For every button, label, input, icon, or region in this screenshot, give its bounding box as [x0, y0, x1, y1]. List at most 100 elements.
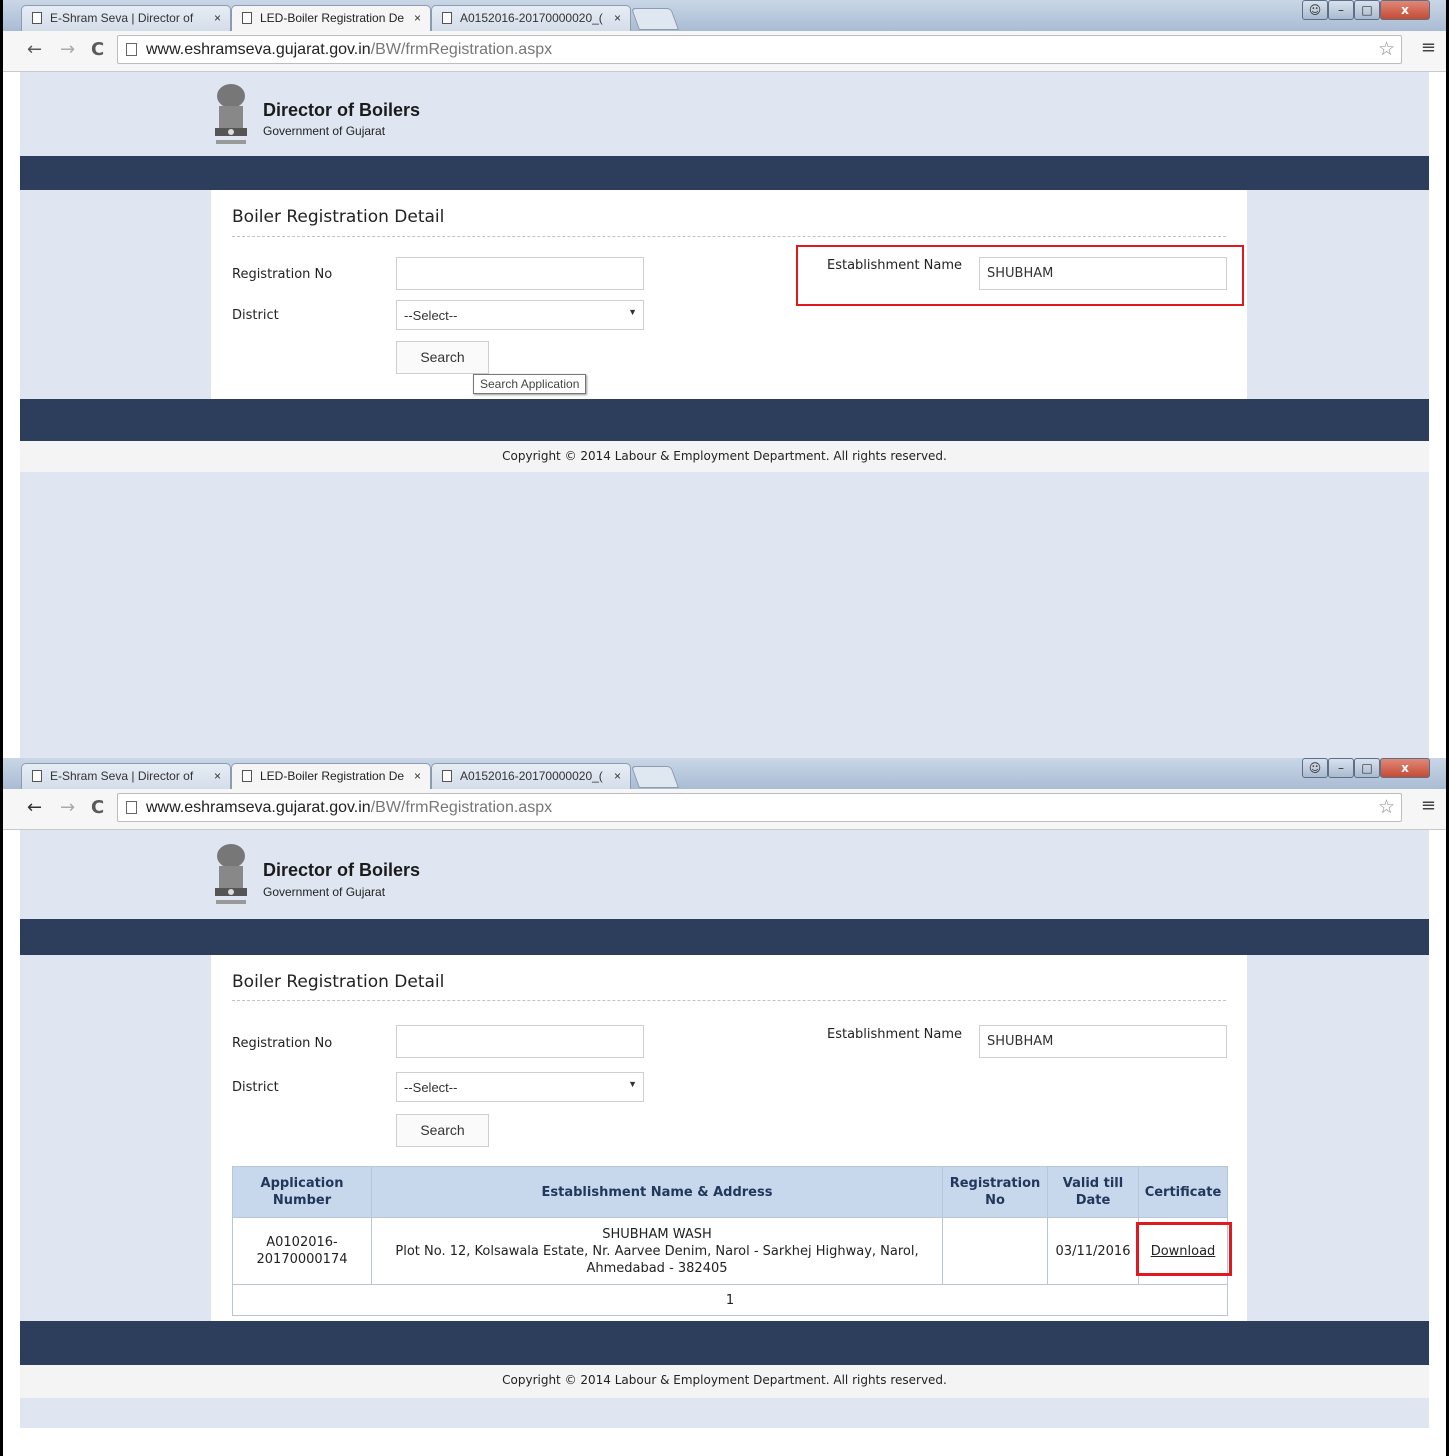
page-icon	[242, 12, 252, 24]
tab-certificate-pdf[interactable]: A0152016-20170000020_( ×	[431, 763, 631, 789]
column-header[interactable]: Valid till Date	[1047, 1166, 1139, 1218]
district-label: District	[232, 308, 279, 323]
browser-toolbar: ← → C www.eshramseva.gujarat.gov.in/BW/f…	[3, 31, 1446, 72]
state-emblem-icon	[215, 84, 247, 144]
table-header-row: Application Number Establishment Name & …	[232, 1166, 1228, 1218]
pager-row: 1	[232, 1284, 1228, 1316]
top-nav-band	[20, 919, 1429, 955]
state-emblem-icon	[215, 844, 247, 904]
dropdown-arrow-icon: ▼	[628, 1079, 637, 1089]
back-arrow-icon[interactable]: ←	[27, 797, 42, 818]
registration-no-label: Registration No	[232, 1036, 333, 1051]
page-icon	[442, 12, 452, 24]
maximize-button[interactable]: □	[1354, 758, 1380, 778]
district-select[interactable]: --Select-- ▼	[396, 300, 644, 330]
tab-strip: E-Shram Seva | Director of × LED-Boiler …	[3, 758, 1446, 789]
close-icon[interactable]: ×	[614, 11, 621, 25]
browser-menu-icon[interactable]: ≡	[1421, 795, 1436, 816]
page-body: Director of Boilers Government of Gujara…	[20, 72, 1429, 758]
search-button[interactable]: Search	[396, 341, 489, 374]
page-icon	[32, 770, 42, 782]
bookmark-star-icon[interactable]: ☆	[1378, 796, 1395, 818]
district-select[interactable]: --Select-- ▼	[396, 1072, 644, 1102]
tab-eshram-seva[interactable]: E-Shram Seva | Director of ×	[21, 5, 231, 31]
search-panel: Boiler Registration Detail Registration …	[211, 190, 1247, 399]
reload-icon[interactable]: C	[91, 39, 104, 60]
close-icon[interactable]: ×	[214, 769, 221, 783]
page-icon	[242, 770, 252, 782]
bottom-blank-area	[3, 1428, 1446, 1456]
maximize-button[interactable]: □	[1354, 0, 1380, 20]
browser-menu-icon[interactable]: ≡	[1421, 37, 1436, 58]
registration-no-input[interactable]	[396, 1025, 644, 1058]
tab-title: A0152016-20170000020_(	[460, 11, 603, 25]
district-selected-value: --Select--	[404, 308, 458, 323]
new-tab-button[interactable]	[630, 8, 680, 30]
column-header[interactable]: Registration No	[942, 1166, 1048, 1218]
close-icon[interactable]: ×	[414, 11, 421, 25]
registration-no-cell	[942, 1217, 1048, 1285]
tab-title: LED-Boiler Registration De	[260, 769, 405, 783]
footer-copyright: Copyright © 2014 Labour & Employment Dep…	[20, 441, 1429, 472]
address-bar[interactable]: www.eshramseva.gujarat.gov.in/BW/frmRegi…	[117, 35, 1402, 64]
forward-arrow-icon[interactable]: →	[60, 797, 75, 818]
page-icon	[126, 43, 137, 56]
dropdown-arrow-icon: ▼	[628, 307, 637, 317]
establishment-name-label: Establishment Name	[827, 1027, 963, 1042]
tab-title: E-Shram Seva | Director of	[50, 11, 194, 25]
close-icon[interactable]: ×	[414, 769, 421, 783]
screenshot-before-search: E-Shram Seva | Director of × LED-Boiler …	[0, 0, 1449, 758]
establishment-name-input[interactable]: SHUBHAM	[979, 1025, 1227, 1058]
reload-icon[interactable]: C	[91, 797, 104, 818]
close-icon[interactable]: ×	[214, 11, 221, 25]
bookmark-star-icon[interactable]: ☆	[1378, 38, 1395, 60]
back-arrow-icon[interactable]: ←	[27, 39, 42, 60]
valid-till-cell: 03/11/2016	[1047, 1217, 1139, 1285]
address-bar[interactable]: www.eshramseva.gujarat.gov.in/BW/frmRegi…	[117, 793, 1402, 822]
page-icon	[126, 801, 137, 814]
bottom-nav-band	[20, 1321, 1429, 1365]
profile-icon[interactable]: ☺	[1302, 758, 1328, 778]
tab-title: A0152016-20170000020_(	[460, 769, 603, 783]
tab-boiler-registration[interactable]: LED-Boiler Registration De ×	[231, 5, 431, 31]
site-title: Director of Boilers	[263, 100, 421, 120]
footer-copyright: Copyright © 2014 Labour & Employment Dep…	[20, 1365, 1429, 1398]
district-label: District	[232, 1080, 279, 1095]
column-header[interactable]: Certificate	[1138, 1166, 1228, 1218]
column-header[interactable]: Establishment Name & Address	[371, 1166, 943, 1218]
tab-eshram-seva[interactable]: E-Shram Seva | Director of ×	[21, 763, 231, 789]
url-text: www.eshramseva.gujarat.gov.in/BW/frmRegi…	[146, 799, 553, 816]
top-nav-band	[20, 156, 1429, 190]
new-tab-button[interactable]	[630, 766, 680, 788]
search-tooltip: Search Application	[473, 374, 587, 394]
tab-certificate-pdf[interactable]: A0152016-20170000020_( ×	[431, 5, 631, 31]
title-divider	[232, 236, 1226, 237]
title-divider	[232, 1000, 1226, 1001]
window-close-button[interactable]: x	[1380, 758, 1430, 778]
search-button[interactable]: Search	[396, 1114, 489, 1147]
close-icon[interactable]: ×	[614, 769, 621, 783]
district-selected-value: --Select--	[404, 1080, 458, 1095]
page-body: Director of Boilers Government of Gujara…	[20, 830, 1429, 1428]
registration-no-label: Registration No	[232, 267, 333, 282]
minimize-button[interactable]: –	[1328, 0, 1354, 20]
application-number-cell: A0102016-20170000174	[232, 1217, 372, 1285]
pager-page-number[interactable]: 1	[232, 1284, 1228, 1316]
profile-icon[interactable]: ☺	[1302, 0, 1328, 20]
page-title: Boiler Registration Detail	[232, 207, 445, 227]
tab-boiler-registration[interactable]: LED-Boiler Registration De ×	[231, 763, 431, 789]
tab-strip: E-Shram Seva | Director of × LED-Boiler …	[3, 0, 1446, 31]
table-row: A0102016-20170000174 SHUBHAM WASH Plot N…	[232, 1217, 1228, 1285]
minimize-button[interactable]: –	[1328, 758, 1354, 778]
highlight-establishment-name	[796, 245, 1244, 306]
highlight-download-link	[1136, 1222, 1232, 1276]
column-header[interactable]: Application Number	[232, 1166, 372, 1218]
forward-arrow-icon[interactable]: →	[60, 39, 75, 60]
registration-no-input[interactable]	[396, 257, 644, 290]
window-close-button[interactable]: x	[1380, 0, 1430, 20]
establishment-address-cell: SHUBHAM WASH Plot No. 12, Kolsawala Esta…	[371, 1217, 943, 1285]
tab-title: E-Shram Seva | Director of	[50, 769, 194, 783]
address-text: Plot No. 12, Kolsawala Estate, Nr. Aarve…	[395, 1243, 919, 1276]
results-table: Application Number Establishment Name & …	[232, 1166, 1228, 1316]
establishment-name-text: SHUBHAM WASH	[602, 1226, 712, 1242]
